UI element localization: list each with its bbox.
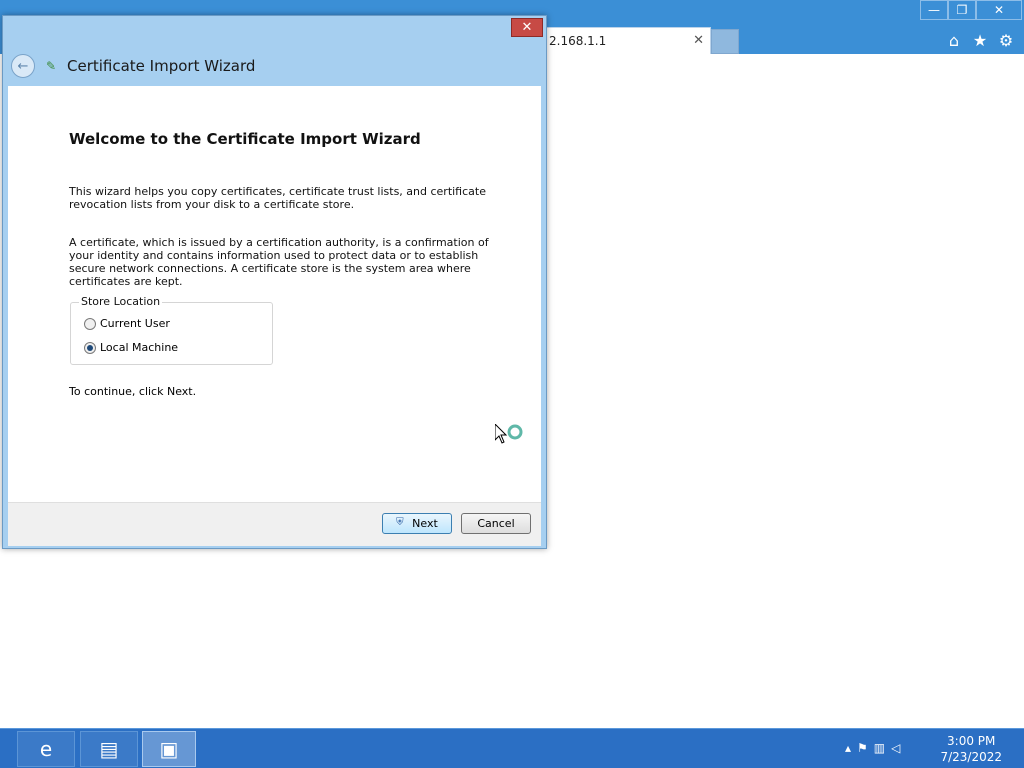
- busy-cursor-icon: [495, 424, 523, 444]
- file-explorer-icon[interactable]: ▤: [80, 731, 138, 767]
- store-location-group: Store Location Current User Local Machin…: [70, 295, 273, 365]
- next-button-label: Next: [412, 517, 438, 530]
- tray-expand-icon[interactable]: ▴: [845, 741, 851, 755]
- volume-muted-icon[interactable]: ◁: [891, 741, 900, 755]
- tab-label: 2.168.1.1: [549, 34, 607, 48]
- certificate-icon: ✎: [46, 59, 57, 73]
- certificate-import-wizard-dialog: ✕ ← ✎ Certificate Import Wizard Welcome …: [2, 15, 547, 549]
- next-button[interactable]: ⛨ Next: [382, 513, 452, 534]
- system-tray: ▴ ⚑ ▥ ◁: [845, 741, 900, 755]
- close-window-button[interactable]: ✕: [976, 0, 1022, 20]
- dialog-footer: ⛨ Next Cancel: [8, 502, 541, 546]
- action-center-icon[interactable]: ⚑: [857, 741, 868, 755]
- clock-time: 3:00 PM: [947, 734, 996, 748]
- new-tab-button[interactable]: [711, 29, 739, 54]
- internet-explorer-icon[interactable]: e: [17, 731, 75, 767]
- store-location-legend: Store Location: [79, 295, 163, 308]
- minimize-button[interactable]: —: [920, 0, 948, 20]
- restore-button[interactable]: ❐: [948, 0, 976, 20]
- tab-close-icon[interactable]: ✕: [693, 33, 704, 48]
- window-controls: — ❐ ✕: [920, 0, 1022, 20]
- back-arrow-icon[interactable]: ←: [11, 54, 35, 78]
- local-machine-label: Local Machine: [100, 341, 179, 354]
- certificate-wizard-icon[interactable]: ▣: [142, 731, 196, 767]
- local-machine-option[interactable]: Local Machine: [84, 341, 178, 354]
- clock[interactable]: 3:00 PM 7/23/2022: [940, 733, 1002, 765]
- dialog-header: ← ✎ Certificate Import Wizard: [3, 46, 546, 86]
- home-icon[interactable]: ⌂: [944, 30, 964, 50]
- certificate-description: A certificate, which is issued by a cert…: [69, 236, 489, 288]
- current-user-radio[interactable]: [84, 317, 96, 330]
- dialog-body: Welcome to the Certificate Import Wizard…: [8, 86, 541, 502]
- browser-nav-icons: ⌂ ★ ⚙: [944, 30, 1016, 50]
- current-user-label: Current User: [100, 317, 170, 330]
- cancel-button[interactable]: Cancel: [461, 513, 531, 534]
- local-machine-radio[interactable]: [84, 341, 96, 354]
- continue-instruction: To continue, click Next.: [69, 385, 197, 398]
- current-user-option[interactable]: Current User: [84, 317, 170, 330]
- taskbar: e ▤ ▣ ▴ ⚑ ▥ ◁ 3:00 PM 7/23/2022: [0, 728, 1024, 768]
- uac-shield-icon: ⛨: [396, 517, 404, 528]
- clock-date: 7/23/2022: [940, 750, 1002, 764]
- intro-paragraph: This wizard helps you copy certificates,…: [69, 185, 486, 211]
- star-icon[interactable]: ★: [970, 30, 990, 50]
- wizard-heading: Welcome to the Certificate Import Wizard: [69, 130, 421, 148]
- gear-icon[interactable]: ⚙: [996, 30, 1016, 50]
- dialog-close-button[interactable]: ✕: [511, 18, 543, 37]
- dialog-title: Certificate Import Wizard: [67, 57, 256, 75]
- network-icon[interactable]: ▥: [874, 741, 885, 755]
- browser-tab[interactable]: 2.168.1.1 ✕: [546, 27, 711, 54]
